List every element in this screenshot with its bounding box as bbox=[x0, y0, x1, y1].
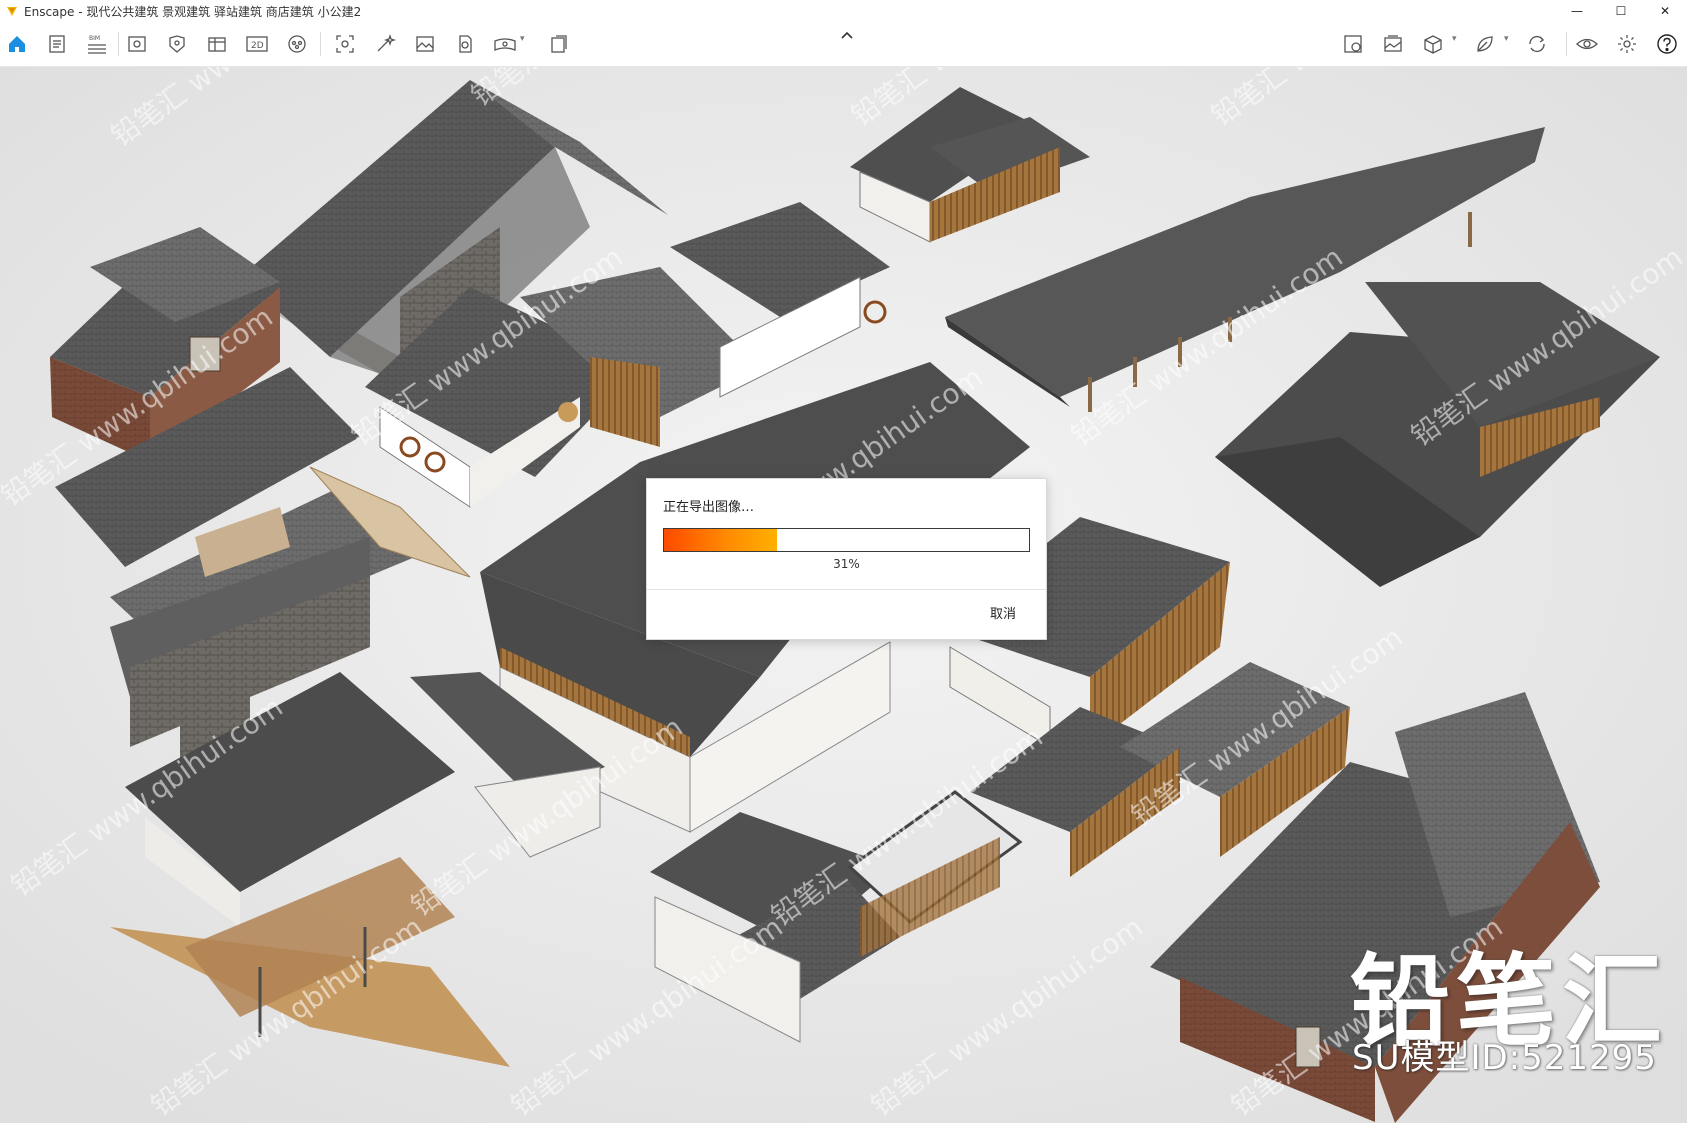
panorama-dropdown-icon[interactable]: ▾ bbox=[520, 34, 525, 44]
enscape-window: Enscape - 现代公共建筑 景观建筑 驿站建筑 商店建筑 小公建2 — ☐… bbox=[0, 0, 1687, 1123]
dialog-title: 正在导出图像… bbox=[663, 500, 755, 515]
gear-icon[interactable] bbox=[1614, 31, 1640, 57]
toolbar-separator bbox=[118, 32, 119, 56]
progress-bar bbox=[663, 528, 1030, 552]
asset-icon[interactable] bbox=[164, 31, 190, 57]
gallery-icon[interactable] bbox=[1380, 31, 1406, 57]
leaf-icon[interactable] bbox=[1472, 31, 1498, 57]
dialog-divider bbox=[647, 589, 1046, 590]
table-icon[interactable] bbox=[204, 31, 230, 57]
sync-icon[interactable] bbox=[1524, 31, 1550, 57]
help-icon[interactable] bbox=[1654, 31, 1680, 57]
collapse-toolbar-chevron-up-icon[interactable] bbox=[836, 28, 858, 42]
eye-icon[interactable] bbox=[1574, 31, 1600, 57]
bim-icon[interactable]: BIM bbox=[84, 31, 110, 57]
capture-icon[interactable] bbox=[452, 31, 478, 57]
magic-wand-icon[interactable] bbox=[372, 31, 398, 57]
batch-export-icon[interactable] bbox=[546, 31, 572, 57]
svg-text:BIM: BIM bbox=[89, 35, 100, 42]
close-button[interactable]: ✕ bbox=[1643, 0, 1687, 22]
progress-bar-fill bbox=[664, 529, 778, 551]
export-progress-dialog: 正在导出图像… 31% 取消 bbox=[646, 478, 1047, 640]
window-title: Enscape - 现代公共建筑 景观建筑 驿站建筑 商店建筑 小公建2 bbox=[24, 4, 362, 19]
vr-icon[interactable] bbox=[284, 31, 310, 57]
panorama-icon[interactable] bbox=[492, 31, 518, 57]
title-bar: Enscape - 现代公共建筑 景观建筑 驿站建筑 商店建筑 小公建2 — ☐… bbox=[0, 0, 1687, 22]
screenshot-icon[interactable] bbox=[332, 31, 358, 57]
toolbar-separator bbox=[1566, 32, 1567, 56]
progress-percent: 31% bbox=[833, 557, 860, 571]
maximize-button[interactable]: ☐ bbox=[1599, 0, 1643, 22]
package-dropdown-icon[interactable]: ▾ bbox=[1452, 34, 1457, 44]
leaf-dropdown-icon[interactable]: ▾ bbox=[1504, 34, 1509, 44]
toolbar-separator bbox=[320, 32, 321, 56]
home-icon[interactable] bbox=[4, 31, 30, 57]
package-icon[interactable] bbox=[1420, 31, 1446, 57]
document-icon[interactable] bbox=[44, 31, 70, 57]
svg-text:2D: 2D bbox=[251, 41, 264, 51]
image-icon[interactable] bbox=[412, 31, 438, 57]
view-icon[interactable] bbox=[124, 31, 150, 57]
minimize-button[interactable]: — bbox=[1555, 0, 1599, 22]
settings-icon[interactable] bbox=[1340, 31, 1366, 57]
enscape-logo-icon bbox=[7, 7, 17, 16]
cancel-button[interactable]: 取消 bbox=[990, 603, 1016, 622]
export-2d-icon[interactable]: 2D bbox=[244, 31, 270, 57]
window-controls: — ☐ ✕ bbox=[1555, 0, 1687, 22]
model-id-label: SU模型ID:521295 bbox=[1352, 1038, 1657, 1078]
